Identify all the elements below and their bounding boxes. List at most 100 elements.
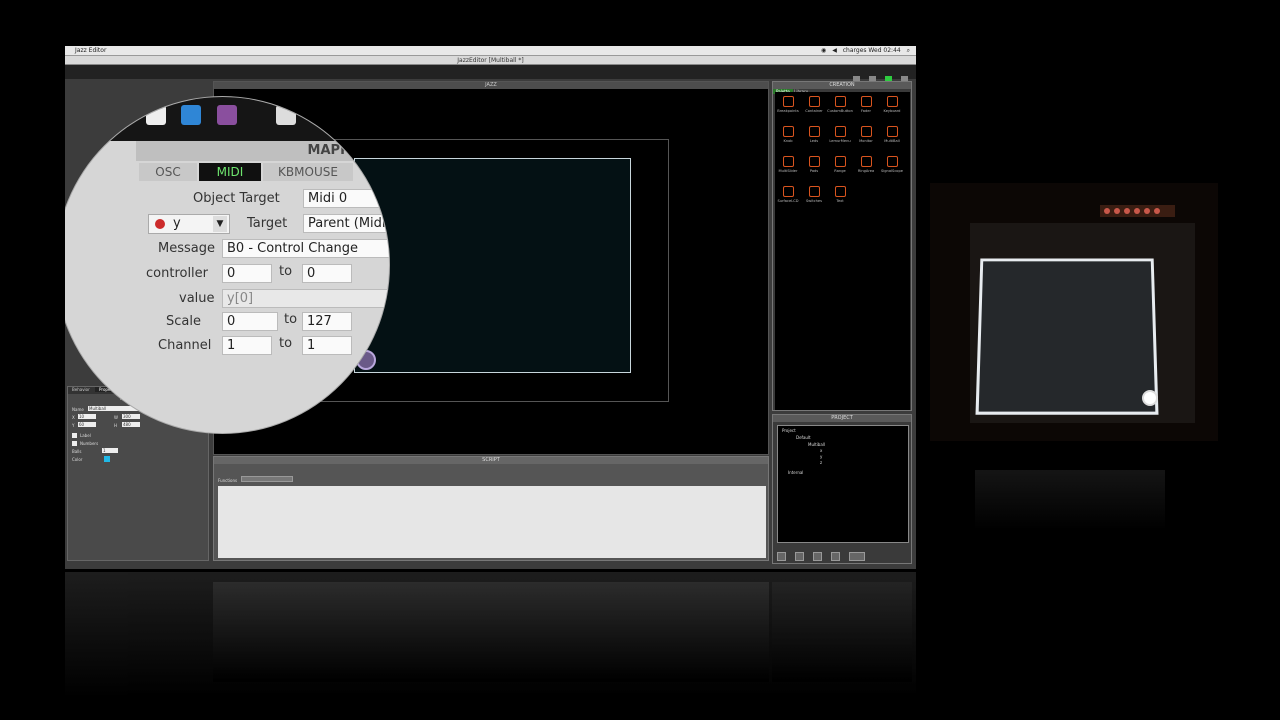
object-target-field[interactable]: Midi 0	[303, 189, 389, 208]
wifi-icon[interactable]: ◉	[821, 47, 826, 54]
magnified-toolbar	[65, 97, 389, 141]
new-file-icon[interactable]	[146, 105, 166, 125]
delete-button[interactable]	[831, 552, 841, 561]
palette-item[interactable]: Switches	[801, 186, 827, 203]
project-tree: Project Default Multiball x y z Internal	[777, 425, 909, 543]
controller-from-field[interactable]: 0	[222, 264, 272, 283]
creation-panel: CREATION Palette Library BreakpointsCont…	[772, 81, 912, 411]
add-variable-button[interactable]	[813, 552, 823, 561]
menu-bar: Jazz Editor ◉ ◀ charges Wed 02:44 ⌕	[65, 46, 916, 56]
object-icon	[886, 126, 898, 137]
palette-item[interactable]: Range	[827, 156, 853, 173]
tree-item-default[interactable]: Default	[796, 435, 811, 440]
h-field[interactable]: 480	[122, 422, 140, 427]
scale-from-field[interactable]: 0	[222, 312, 278, 331]
palette-item[interactable]: Pads	[801, 156, 827, 173]
palette-item[interactable]: CustomButton	[827, 96, 853, 113]
variable-value: y	[173, 216, 181, 231]
script-panel: SCRIPT Functions	[213, 456, 769, 561]
color-swatch[interactable]	[104, 456, 110, 462]
tree-item-z[interactable]: z	[820, 460, 822, 465]
palette-item[interactable]: Fader	[853, 96, 879, 113]
object-icon	[782, 186, 794, 197]
tree-item-y[interactable]: y	[820, 454, 822, 459]
balls-field[interactable]: 1	[102, 448, 118, 453]
value-field[interactable]: y[0]	[222, 289, 389, 308]
led-icon	[1114, 208, 1120, 214]
palette-item[interactable]: RingArea	[853, 156, 879, 173]
volume-icon[interactable]: ◀	[832, 47, 837, 54]
palette-item-label: Switches	[806, 199, 822, 203]
channel-label: Channel	[158, 338, 212, 353]
object-icon	[808, 156, 820, 167]
creation-heading: CREATION	[773, 82, 911, 89]
script-editor[interactable]	[218, 486, 766, 558]
search-icon[interactable]: ⌕	[907, 47, 910, 54]
tab-kbmouse[interactable]: KBMOUSE	[263, 163, 353, 181]
toolbar	[65, 65, 916, 83]
palette-item[interactable]: Keyboard	[879, 96, 905, 113]
led-icon	[1154, 208, 1160, 214]
app-menu[interactable]: Jazz Editor	[75, 47, 106, 54]
channel-to-label: to	[279, 336, 293, 351]
functions-select[interactable]	[241, 476, 294, 482]
palette-item-label: Monitor	[859, 139, 873, 143]
palette-item[interactable]: MultiBall	[879, 126, 905, 143]
add-object-button[interactable]	[795, 552, 805, 561]
palette-item[interactable]: Monitor	[853, 126, 879, 143]
scale-to-field[interactable]: 127	[302, 312, 352, 331]
tree-item-multiball[interactable]: Multiball	[808, 442, 825, 447]
undo-icon[interactable]	[276, 105, 296, 125]
palette-item[interactable]: Knob	[775, 126, 801, 143]
tree-item-project[interactable]: Project	[782, 428, 796, 433]
palette-item[interactable]: Leds	[801, 126, 827, 143]
palette-item[interactable]: MultiSlider	[775, 156, 801, 173]
led-icon	[1104, 208, 1110, 214]
editor-heading: JAZZ	[214, 82, 768, 89]
mapping-heading: MAPPING	[136, 141, 389, 161]
project-panel: PROJECT Project Default Multiball x y z …	[772, 414, 912, 564]
message-field[interactable]: B0 - Control Change	[222, 239, 389, 258]
palette-item[interactable]: SurfaceLCD	[775, 186, 801, 203]
tree-item-x[interactable]: x	[820, 448, 822, 453]
reflection-sidebar	[772, 582, 912, 682]
variable-select[interactable]: y ▼	[148, 214, 230, 234]
palette-item[interactable]: LemurMenu	[827, 126, 853, 143]
controller-to-field[interactable]: 0	[302, 264, 352, 283]
window-title: JazzEditor [Multiball *]	[65, 56, 916, 65]
w-field[interactable]: 300	[122, 414, 140, 419]
save-disk-icon[interactable]	[217, 105, 237, 125]
palette-item-label: Breakpoints	[777, 109, 799, 113]
add-interface-button[interactable]	[777, 552, 786, 561]
status-text: charges Wed 02:44	[842, 47, 901, 54]
tree-item-internal[interactable]: Internal	[788, 470, 803, 475]
object-icon	[860, 156, 872, 167]
led-icon	[1144, 208, 1150, 214]
menu-bar-status: ◉ ◀ charges Wed 02:44 ⌕	[817, 47, 910, 55]
palette-item-label: Text	[836, 199, 844, 203]
palette-item[interactable]: Breakpoints	[775, 96, 801, 113]
led-icon	[1134, 208, 1140, 214]
palette-item[interactable]: SignalScope	[879, 156, 905, 173]
y-field[interactable]: 60	[78, 422, 96, 427]
channel-from-field[interactable]: 1	[222, 336, 272, 355]
reflection-editor	[213, 582, 769, 682]
chevron-down-icon[interactable]: ▼	[213, 216, 227, 232]
script-button[interactable]	[849, 552, 866, 561]
channel-to-field[interactable]: 1	[302, 336, 352, 355]
palette-item[interactable]: Container	[801, 96, 827, 113]
target-field[interactable]: Parent (Midi 0)	[303, 214, 389, 233]
multiball-object[interactable]	[354, 158, 631, 373]
numbers-checkbox[interactable]	[72, 441, 77, 446]
tab-midi[interactable]: MIDI	[199, 163, 261, 181]
palette-item-label: RingArea	[857, 169, 875, 173]
record-dot-icon	[155, 219, 165, 229]
open-folder-icon[interactable]	[181, 105, 201, 125]
label-checkbox[interactable]	[72, 433, 77, 438]
palette-item-label: MultiSlider	[778, 169, 798, 173]
tab-osc[interactable]: OSC	[139, 163, 197, 181]
x-field[interactable]: 10	[78, 414, 96, 419]
palette-item-label: Container	[805, 109, 823, 113]
tab-behavior[interactable]: Behavior	[72, 387, 90, 392]
palette-item[interactable]: Text	[827, 186, 853, 203]
